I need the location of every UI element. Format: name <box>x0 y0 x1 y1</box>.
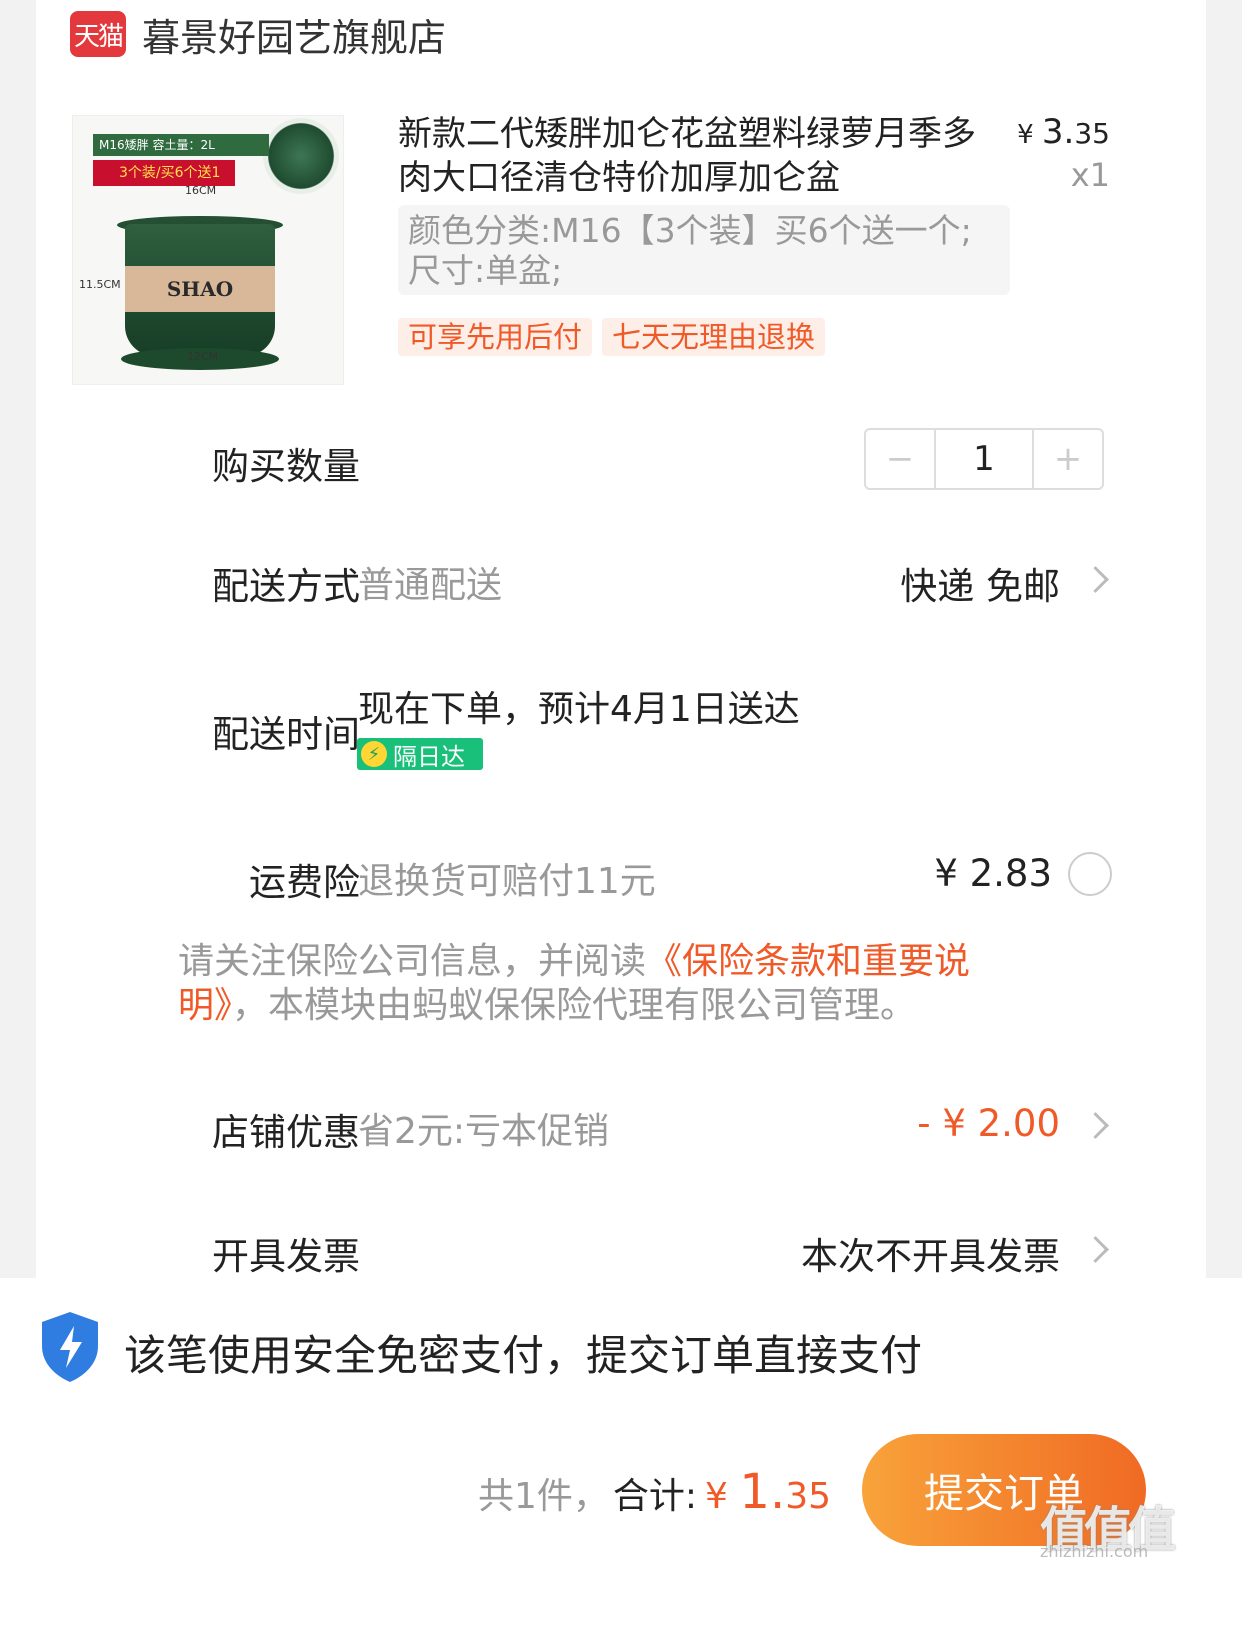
price-decimal: 35 <box>1074 117 1110 150</box>
image-height: 11.5CM <box>79 278 121 291</box>
shield-icon <box>38 1310 102 1388</box>
decrease-button[interactable]: − <box>866 430 934 488</box>
total-symbol: ¥ <box>705 1476 740 1517</box>
item-count: 共1件， <box>478 1476 609 1517</box>
product-price: ¥ 3.35 <box>1017 112 1110 152</box>
store-discount-amount[interactable]: - ¥ 2.00 <box>917 1102 1060 1145</box>
product-quantity: x1 <box>1070 156 1110 194</box>
image-spec-label: M16矮胖 容土量：2L <box>93 134 269 156</box>
invoice-chevron-icon[interactable] <box>1082 1236 1109 1263</box>
total-decimal: 35 <box>785 1476 832 1517</box>
insurance-notice: 请关注保险公司信息，并阅读《保险条款和重要说明》，本模块由蚂蚁保保险代理有限公司… <box>178 940 1038 1028</box>
total-label: 合计: <box>612 1476 698 1517</box>
watermark-url: zhizhizhi.com <box>1040 1542 1149 1561</box>
notice-suffix: ，本模块由蚂蚁保保险代理有限公司管理。 <box>232 985 917 1026</box>
order-summary: 共1件， 合计: ¥ 1.35 <box>478 1464 831 1520</box>
shipping-chevron-icon[interactable] <box>1082 566 1109 593</box>
increase-button[interactable]: + <box>1034 430 1102 488</box>
quantity-input[interactable]: 1 <box>934 430 1034 488</box>
delivery-time-label: 配送时间 <box>212 713 360 756</box>
quantity-label: 购买数量 <box>212 445 360 488</box>
tmall-logo: 天猫 <box>70 11 126 57</box>
freight-insurance-price: ¥ 2.83 <box>934 852 1052 895</box>
product-image[interactable]: M16矮胖 容土量：2L 3个装/买6个送1 16CM SHAO MUJINGH… <box>72 115 344 385</box>
price-integer: 3. <box>1041 112 1075 152</box>
tag-7day-return: 七天无理由退换 <box>602 318 826 356</box>
store-discount-label: 店铺优惠 <box>212 1111 360 1154</box>
image-brand-label: SHAO MUJINGH <box>125 266 275 312</box>
invoice-value[interactable]: 本次不开具发票 <box>801 1226 1060 1280</box>
notice-prefix: 请关注保险公司信息，并阅读 <box>178 941 647 982</box>
image-promo-label: 3个装/买6个送1 <box>93 160 235 186</box>
product-title[interactable]: 新款二代矮胖加仑花盆塑料绿萝月季多肉大口径清仓特价加厚加仑盆 <box>398 112 1008 200</box>
next-day-text: 隔日达 <box>393 742 465 771</box>
sku-info: 颜色分类:M16【3个装】买6个送一个;尺寸:单盆; <box>398 205 1010 295</box>
invoice-label: 开具发票 <box>212 1235 360 1278</box>
lightning-icon: ⚡ <box>361 741 387 767</box>
order-card: 天猫 暮景好园艺旗舰店 M16矮胖 容土量：2L 3个装/买6个送1 16CM … <box>36 0 1206 1345</box>
store-header[interactable]: 天猫 暮景好园艺旗舰店 <box>70 8 446 60</box>
quantity-stepper[interactable]: − 1 + <box>864 428 1104 490</box>
freight-insurance-desc: 退换货可赔付11元 <box>358 861 656 902</box>
delivery-estimate: 现在下单，预计4月1日送达 <box>358 689 800 730</box>
total-integer: 1. <box>739 1464 786 1520</box>
shipping-method: 普通配送 <box>358 565 503 606</box>
service-tags: 可享先用后付 七天无理由退换 <box>398 318 826 356</box>
image-width-bottom: 12CM <box>187 350 219 363</box>
shipping-label: 配送方式 <box>212 565 360 608</box>
discount-chevron-icon[interactable] <box>1082 1112 1109 1139</box>
store-name[interactable]: 暮景好园艺旗舰店 <box>142 7 446 62</box>
next-day-badge: ⚡ 隔日达 <box>357 738 483 771</box>
freight-insurance-radio[interactable] <box>1068 852 1112 896</box>
image-width-top: 16CM <box>185 184 217 197</box>
tag-pay-later: 可享先用后付 <box>398 318 593 356</box>
freight-insurance-label: 运费险 <box>249 861 360 904</box>
shipping-option[interactable]: 快递 免邮 <box>900 556 1060 610</box>
bottom-bar: 该笔使用安全免密支付，提交订单直接支付 共1件， 合计: ¥ 1.35 提交订单… <box>0 1278 1242 1649</box>
pot-top-view <box>263 118 339 194</box>
store-discount-desc: 省2元:亏本促销 <box>358 1111 610 1152</box>
price-symbol: ¥ <box>1017 120 1042 150</box>
total-amount: ¥ 1.35 <box>705 1464 831 1520</box>
secure-payment-text: 该笔使用安全免密支付，提交订单直接支付 <box>124 1331 923 1380</box>
